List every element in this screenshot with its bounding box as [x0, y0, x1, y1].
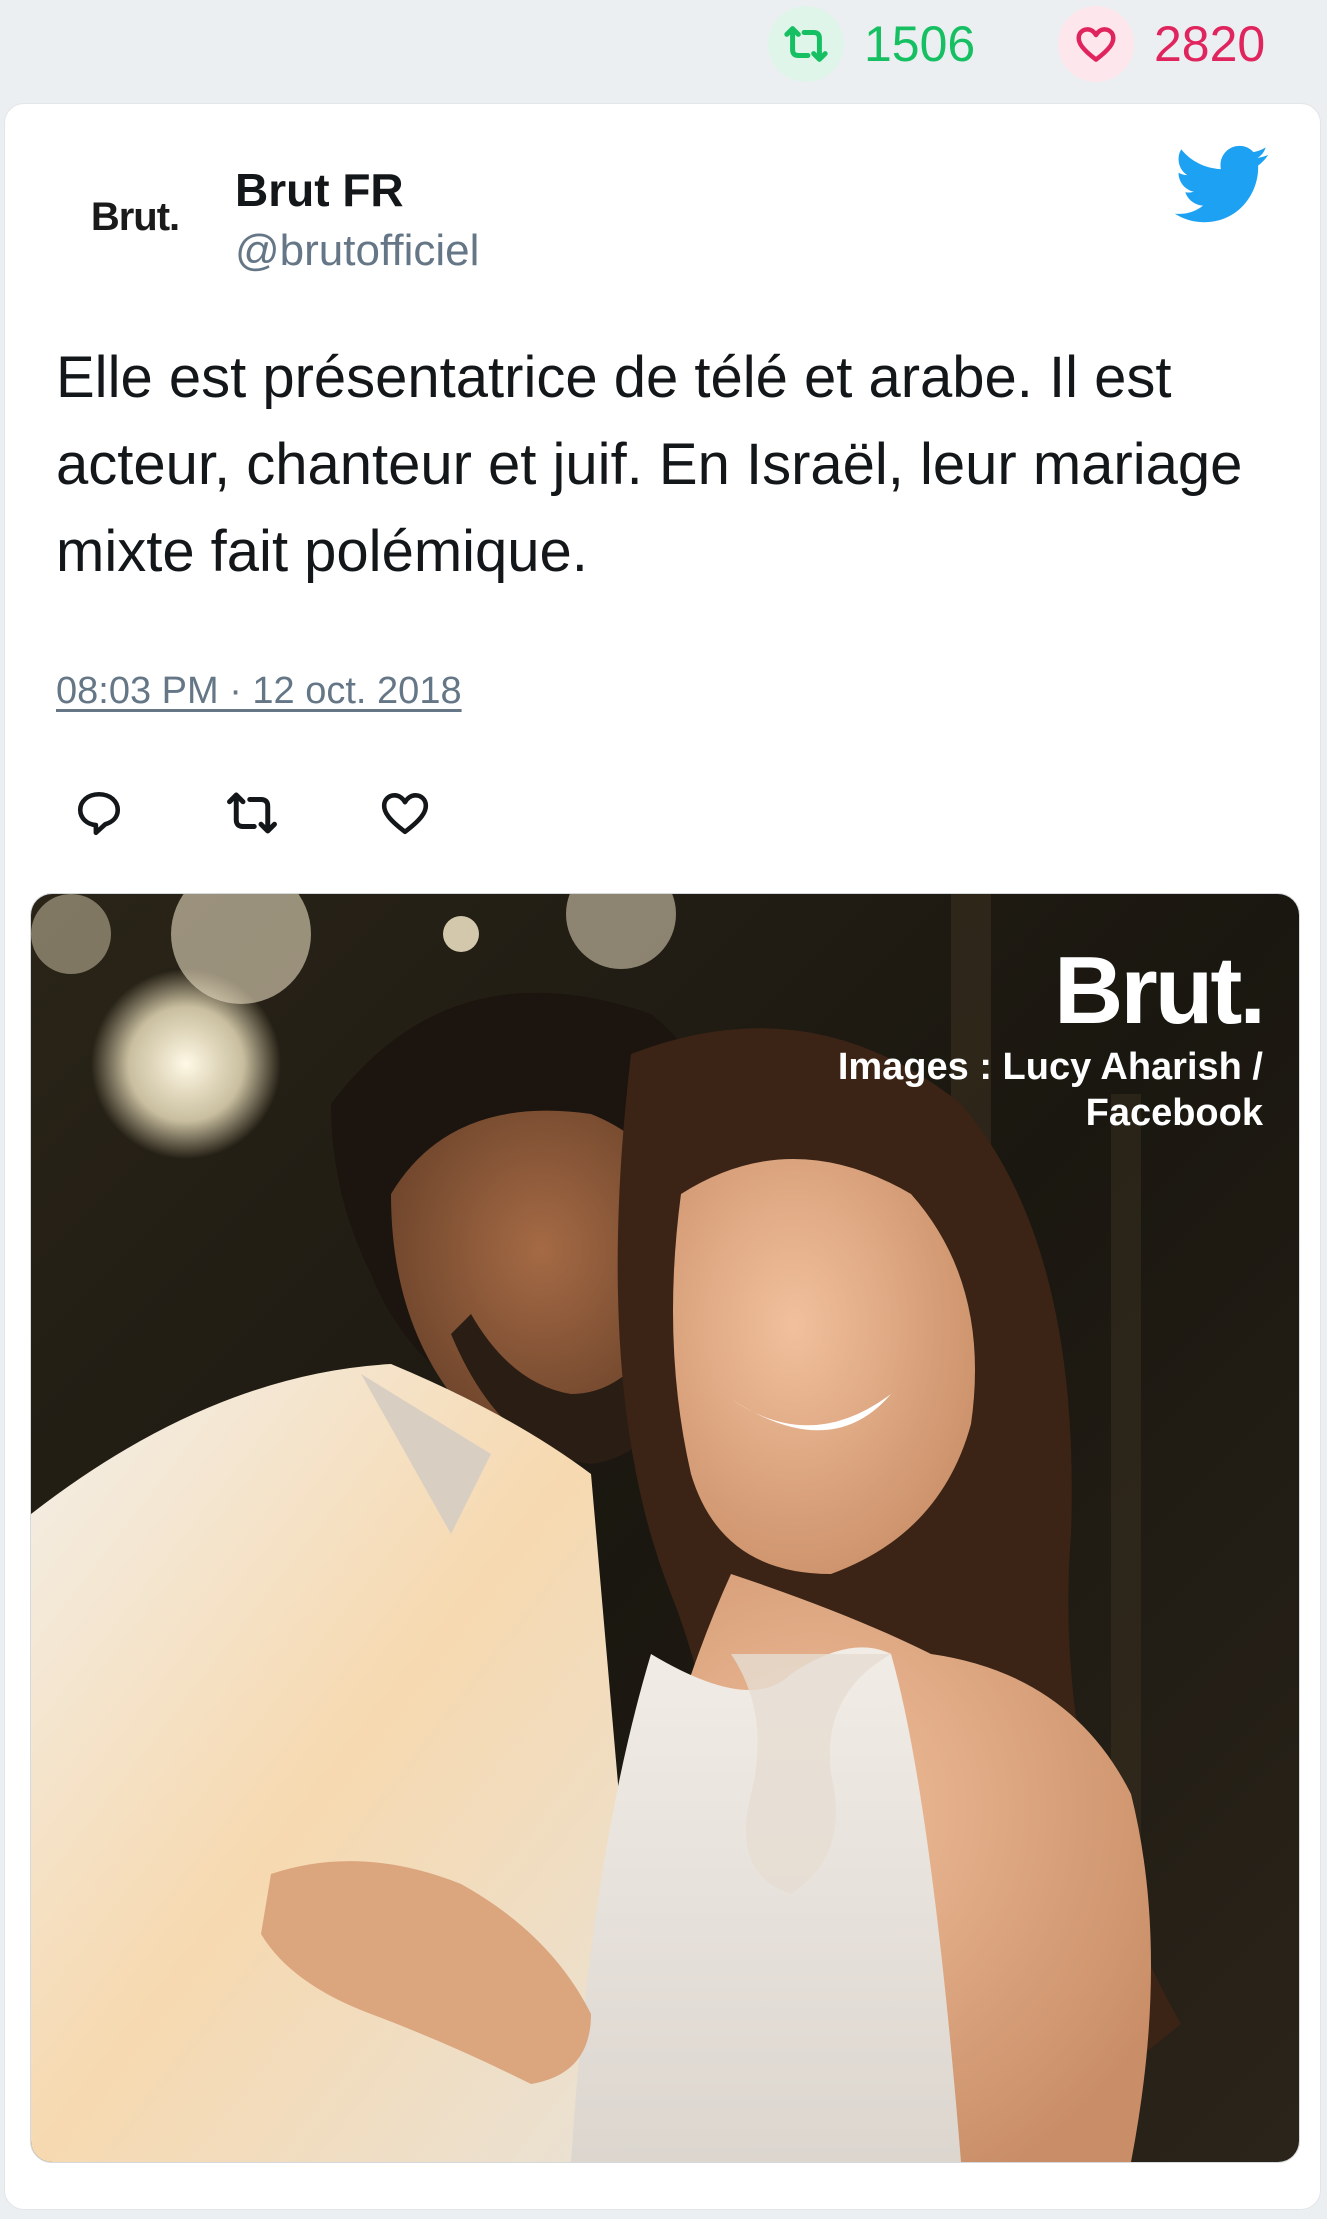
brut-watermark: Brut.	[1054, 937, 1266, 1044]
avatar-logo: Brut.	[90, 194, 180, 239]
reply-icon[interactable]	[71, 785, 127, 841]
like-stat[interactable]: 2820	[1058, 6, 1265, 82]
author-name[interactable]: Brut FR	[235, 163, 404, 217]
avatar[interactable]: Brut.	[70, 172, 200, 262]
image-credit: Images : Lucy Aharish / Facebook	[838, 1044, 1263, 1136]
twitter-bird-icon[interactable]	[1174, 145, 1270, 225]
retweet-stat[interactable]: 1506	[768, 6, 975, 82]
retweet-icon[interactable]	[768, 6, 844, 82]
tweet-timestamp[interactable]: 08:03 PM · 12 oct. 2018	[56, 670, 462, 713]
credit-line-2: Facebook	[1085, 1092, 1263, 1134]
author-handle[interactable]: @brutofficiel	[235, 226, 479, 276]
credit-line-1: Images : Lucy Aharish /	[837, 1046, 1263, 1088]
retweet-count: 1506	[864, 16, 976, 72]
like-action-icon[interactable]	[377, 785, 433, 841]
stats-bar: 1506 2820	[0, 0, 1327, 90]
like-count: 2820	[1154, 16, 1266, 72]
tweet-text: Elle est présentatrice de télé et arabe.…	[56, 345, 1243, 584]
heart-icon[interactable]	[1058, 6, 1134, 82]
tweet-media-image[interactable]: Brut. Images : Lucy Aharish / Facebook	[30, 893, 1300, 2163]
retweet-action-icon[interactable]	[224, 785, 280, 841]
